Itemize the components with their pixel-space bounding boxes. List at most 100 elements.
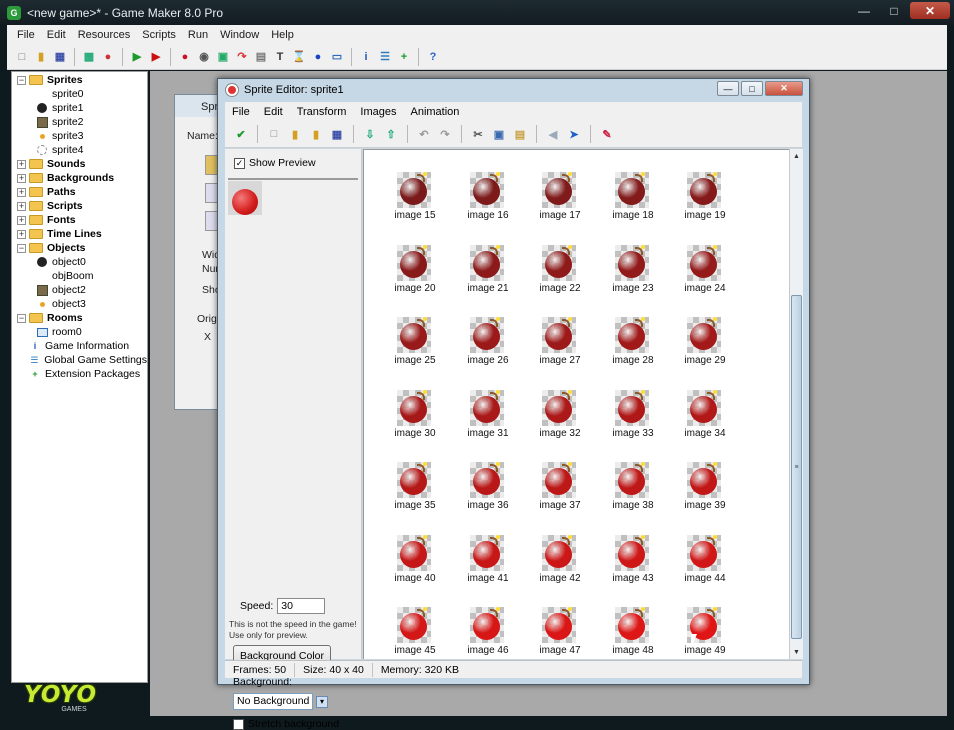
add-background-icon[interactable]: ▣ [215, 49, 231, 65]
tree-item[interactable]: sprite0 [12, 87, 147, 101]
editor-menu-images[interactable]: Images [353, 106, 403, 118]
tree-expander-icon[interactable]: + [17, 201, 26, 211]
sprite-frame[interactable]: image 18 [598, 172, 668, 232]
tree-expander-icon[interactable]: + [17, 229, 26, 239]
sprite-frame[interactable]: image 44 [670, 535, 740, 595]
sprite-frame[interactable]: image 41 [453, 535, 523, 595]
menu-scripts[interactable]: Scripts [136, 29, 182, 41]
sprite-frame[interactable]: image 32 [525, 390, 595, 450]
show-preview-checkbox[interactable]: ✓ [234, 157, 245, 169]
tree-expander-icon[interactable]: − [17, 75, 26, 85]
tree-item[interactable]: + Extension Packages [12, 367, 147, 381]
sprite-frame[interactable]: image 28 [598, 317, 668, 377]
tree-expander-icon[interactable]: − [17, 313, 26, 323]
sprite-frame[interactable]: image 24 [670, 245, 740, 305]
show-preview-option[interactable]: ✓ Show Preview [234, 157, 316, 169]
tree-item[interactable]: + Backgrounds [12, 171, 147, 185]
undo-icon[interactable]: ↶ [416, 126, 432, 142]
menu-edit[interactable]: Edit [41, 29, 72, 41]
tree-expander-icon[interactable]: + [17, 173, 26, 183]
paste-icon[interactable]: ▤ [512, 126, 528, 142]
sprite-frame[interactable]: image 38 [598, 462, 668, 522]
new-file-icon[interactable]: □ [14, 49, 30, 65]
editor-menu-file[interactable]: File [225, 106, 257, 118]
tree-item[interactable]: + Fonts [12, 213, 147, 227]
sprite-frame[interactable]: image 26 [453, 317, 523, 377]
tree-expander-icon[interactable]: + [17, 159, 26, 169]
editor-menu-transform[interactable]: Transform [290, 106, 354, 118]
tree-item[interactable]: sprite2 [12, 115, 147, 129]
scroll-down-icon[interactable]: ▼ [790, 645, 803, 659]
sprite-frame[interactable]: image 40 [380, 535, 450, 595]
sprite-frame[interactable]: image 25 [380, 317, 450, 377]
tree-expander-icon[interactable]: + [17, 187, 26, 197]
sprite-frame[interactable]: image 39 [670, 462, 740, 522]
add-sound-icon[interactable]: ◉ [196, 49, 212, 65]
copy-icon[interactable]: ▣ [491, 126, 507, 142]
sprite-frame[interactable]: image 48 [598, 607, 668, 659]
tree-item[interactable]: ☰ Global Game Settings [12, 353, 147, 367]
background-browse-icon[interactable]: ▾ [316, 695, 328, 708]
menu-file[interactable]: File [11, 29, 41, 41]
stretch-background-checkbox[interactable] [233, 718, 244, 730]
editor-menu-animation[interactable]: Animation [404, 106, 467, 118]
insert-image-icon[interactable]: ⇩ [362, 126, 378, 142]
save-sprite-strip-icon[interactable]: ▦ [329, 126, 345, 142]
sprite-frame[interactable]: image 46 [453, 607, 523, 659]
sprite-frame[interactable]: image 35 [380, 462, 450, 522]
tree-item[interactable]: + Time Lines [12, 227, 147, 241]
sprite-frame[interactable]: image 20 [380, 245, 450, 305]
sprite-frame[interactable]: image 47 [525, 607, 595, 659]
tree-item[interactable]: sprite3 [12, 129, 147, 143]
add-script-icon[interactable]: ▤ [253, 49, 269, 65]
add-from-file-icon[interactable]: ▮ [308, 126, 324, 142]
sprite-frame[interactable]: image 15 [380, 172, 450, 232]
publish-icon[interactable]: ● [100, 49, 116, 65]
scroll-up-icon[interactable]: ▲ [790, 149, 803, 163]
run-icon[interactable]: ▶ [129, 49, 145, 65]
run-debug-icon[interactable]: ▶ [148, 49, 164, 65]
shift-right-icon[interactable]: ➤ [566, 126, 582, 142]
close-icon[interactable]: ✕ [910, 2, 950, 19]
sprite-frame[interactable]: image 21 [453, 245, 523, 305]
minimize-icon[interactable]: — [850, 2, 878, 19]
sprite-frame[interactable]: image 19 [670, 172, 740, 232]
edit-image-pencil-icon[interactable]: ✎ [599, 126, 615, 142]
sprite-frame[interactable]: image 36 [453, 462, 523, 522]
tree-item[interactable]: object2 [12, 283, 147, 297]
sprite-frame[interactable]: image 30 [380, 390, 450, 450]
tree-item[interactable]: i Game Information [12, 339, 147, 353]
help-icon[interactable]: ? [425, 49, 441, 65]
tree-expander-icon[interactable]: + [17, 215, 26, 225]
tree-item[interactable]: − Rooms [12, 311, 147, 325]
tree-item[interactable]: objBoom [12, 269, 147, 283]
editor-maximize-icon[interactable]: □ [741, 81, 763, 96]
add-font-icon[interactable]: T [272, 49, 288, 65]
sprite-frame[interactable]: image 37 [525, 462, 595, 522]
add-image-icon[interactable]: ⇧ [383, 126, 399, 142]
sprite-frame[interactable]: image 16 [453, 172, 523, 232]
game-info-icon[interactable]: i [358, 49, 374, 65]
tree-item[interactable]: sprite1 [12, 101, 147, 115]
tree-item[interactable]: sprite4 [12, 143, 147, 157]
sprite-frame[interactable]: image 45 [380, 607, 450, 659]
tree-item[interactable]: − Sprites [12, 73, 147, 87]
tree-item[interactable]: + Scripts [12, 199, 147, 213]
sprite-frame[interactable]: image 42 [525, 535, 595, 595]
scroll-thumb[interactable]: ≡ [791, 295, 802, 639]
confirm-check-icon[interactable]: ✔ [233, 126, 249, 142]
sprite-frame[interactable]: image 31 [453, 390, 523, 450]
sprite-frame[interactable]: image 27 [525, 317, 595, 377]
tree-item[interactable]: − Objects [12, 241, 147, 255]
menu-window[interactable]: Window [214, 29, 265, 41]
menu-run[interactable]: Run [182, 29, 214, 41]
add-room-icon[interactable]: ▭ [329, 49, 345, 65]
create-executable-icon[interactable]: ▩ [81, 49, 97, 65]
tree-item[interactable]: + Sounds [12, 157, 147, 171]
add-object-icon[interactable]: ● [310, 49, 326, 65]
images-scrollbar[interactable]: ▲ ≡ ▼ [789, 149, 803, 659]
add-timeline-icon[interactable]: ⌛ [291, 49, 307, 65]
tree-item[interactable]: room0 [12, 325, 147, 339]
menu-resources[interactable]: Resources [72, 29, 137, 41]
tree-item[interactable]: object0 [12, 255, 147, 269]
